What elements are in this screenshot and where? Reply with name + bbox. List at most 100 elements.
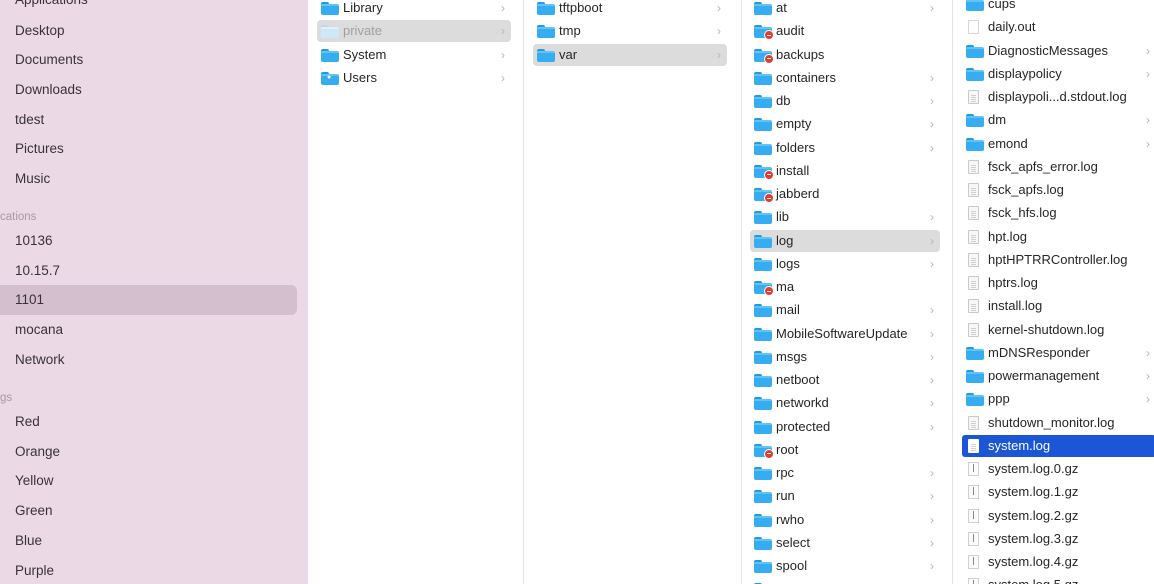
- list-item[interactable]: fsck_apfs_error.log: [962, 156, 1154, 178]
- list-item[interactable]: cups: [962, 0, 1154, 15]
- list-item[interactable]: system.log.4.gz: [962, 551, 1154, 573]
- sidebar-item-network[interactable]: ◗ Network: [0, 345, 308, 375]
- list-item[interactable]: System ›: [317, 44, 511, 66]
- list-item[interactable]: at ›: [750, 0, 940, 19]
- list-item[interactable]: db ›: [750, 90, 940, 112]
- sidebar-tag-purple[interactable]: Purple: [0, 556, 308, 584]
- list-item[interactable]: MobileSoftwareUpdate ›: [750, 323, 940, 345]
- list-item[interactable]: select ›: [750, 532, 940, 554]
- list-item[interactable]: Library ›: [317, 0, 511, 19]
- sidebar-tag-yellow[interactable]: Yellow: [0, 466, 308, 496]
- list-item[interactable]: daily.out: [962, 16, 1154, 38]
- list-item[interactable]: displaypolicy ›: [962, 63, 1154, 85]
- list-item[interactable]: containers ›: [750, 67, 940, 89]
- sidebar-item-applications[interactable]: Applications: [0, 0, 308, 15]
- list-item[interactable]: fsck_apfs.log: [962, 179, 1154, 201]
- list-item[interactable]: ma: [750, 276, 940, 298]
- chevron-right-icon: ›: [930, 559, 934, 573]
- item-label: system.log.5.gz: [988, 574, 1078, 584]
- list-item[interactable]: system.log: [962, 434, 1154, 457]
- folder-icon: ◗: [0, 114, 4, 126]
- list-item[interactable]: tftpboot ›: [533, 0, 727, 19]
- sidebar-tag-orange[interactable]: Orange: [0, 437, 308, 467]
- item-label: at: [776, 0, 787, 15]
- sidebar-tag-green[interactable]: Green: [0, 496, 308, 526]
- list-item[interactable]: displaypoli...d.stdout.log: [962, 86, 1154, 108]
- folder-icon: [966, 0, 984, 11]
- sidebar-item-documents[interactable]: Documents: [0, 45, 308, 75]
- item-label: run: [776, 488, 795, 504]
- list-item[interactable]: fsck_hfs.log: [962, 202, 1154, 224]
- list-item[interactable]: kernel-shutdown.log: [962, 319, 1154, 341]
- list-item[interactable]: shutdown_monitor.log: [962, 412, 1154, 434]
- sidebar-item-downloads[interactable]: ◖ Downloads: [0, 75, 308, 105]
- list-item[interactable]: msgs ›: [750, 346, 940, 368]
- item-label: system.log: [988, 437, 1051, 453]
- list-item[interactable]: var ›: [533, 43, 727, 66]
- folder-icon: [966, 137, 984, 151]
- list-item[interactable]: jabberd: [750, 183, 940, 205]
- item-label: emond: [988, 135, 1028, 151]
- list-item[interactable]: spool ›: [750, 555, 940, 577]
- chevron-right-icon: ›: [930, 419, 934, 434]
- list-item[interactable]: hpt.log: [962, 226, 1154, 248]
- list-item[interactable]: install: [750, 160, 940, 182]
- item-label: displaypoli...d.stdout.log: [988, 89, 1127, 104]
- list-item[interactable]: system.log.2.gz: [962, 505, 1154, 527]
- list-item[interactable]: powermanagement ›: [962, 365, 1154, 387]
- list-item[interactable]: netboot ›: [750, 369, 940, 391]
- list-item[interactable]: install.log: [962, 295, 1154, 317]
- list-item[interactable]: protected ›: [750, 416, 940, 438]
- item-label: system.log.1.gz: [988, 484, 1079, 500]
- column-divider[interactable]: [523, 0, 524, 584]
- sidebar-item-tdest[interactable]: ◗ tdest: [0, 105, 308, 135]
- list-item[interactable]: DiagnosticMessages ›: [962, 40, 1154, 62]
- list-item[interactable]: rpc ›: [750, 462, 940, 484]
- sidebar-item-1101[interactable]: 1101: [0, 285, 308, 315]
- list-item[interactable]: mail ›: [750, 299, 940, 321]
- list-item[interactable]: empty ›: [750, 113, 940, 135]
- sidebar-tag-red[interactable]: Red: [0, 407, 308, 437]
- list-item[interactable]: networkd ›: [750, 392, 940, 414]
- item-label: install.log: [988, 298, 1043, 314]
- item-label: msgs: [776, 348, 808, 364]
- list-item[interactable]: lib ›: [750, 206, 940, 228]
- list-item[interactable]: emond ›: [962, 133, 1154, 155]
- list-item[interactable]: root: [750, 439, 940, 461]
- column-divider[interactable]: [741, 0, 742, 584]
- network-icon: ◗: [0, 354, 4, 366]
- list-item[interactable]: backups: [750, 44, 940, 66]
- item-label: lib: [776, 209, 790, 225]
- column-divider[interactable]: [952, 0, 953, 584]
- list-item[interactable]: system.log.5.gz: [962, 574, 1154, 584]
- sidebar-item-music[interactable]: Music: [0, 164, 308, 194]
- list-item[interactable]: tmp ›: [533, 20, 727, 42]
- list-item[interactable]: ● Users ›: [317, 67, 511, 89]
- list-item[interactable]: dm ›: [962, 109, 1154, 131]
- sidebar-item-pictures[interactable]: ▌ Pictures: [0, 134, 308, 164]
- list-item[interactable]: audit: [750, 20, 940, 42]
- list-item[interactable]: run ›: [750, 485, 940, 507]
- sidebar-item-desktop[interactable]: ▌ Desktop: [0, 16, 308, 46]
- list-item[interactable]: logs ›: [750, 253, 940, 275]
- sidebar-tag-blue[interactable]: Blue: [0, 526, 308, 556]
- list-item[interactable]: mDNSResponder ›: [962, 342, 1154, 364]
- item-label: system.log.4.gz: [988, 554, 1079, 569]
- sidebar-item-10136[interactable]: ◗ 10136: [0, 226, 308, 256]
- list-item[interactable]: private ›: [317, 20, 511, 43]
- sidebar-item-mocana[interactable]: ◗ mocana: [0, 315, 308, 345]
- sidebar-item-10-15-7[interactable]: ◗ 10.15.7: [0, 256, 308, 286]
- list-item[interactable]: hptrs.log: [962, 272, 1154, 294]
- list-item[interactable]: folders ›: [750, 137, 940, 159]
- list-item[interactable]: rwho ›: [750, 509, 940, 531]
- list-item[interactable]: hptHPTRRController.log: [962, 249, 1154, 271]
- item-label: hptrs.log: [988, 275, 1038, 290]
- list-item[interactable]: system.log.1.gz: [962, 481, 1154, 503]
- item-label: protected: [776, 418, 831, 434]
- list-item[interactable]: log ›: [750, 229, 940, 252]
- list-item[interactable]: system.log.0.gz: [962, 458, 1154, 480]
- list-item[interactable]: tmp ›: [750, 578, 940, 584]
- list-item[interactable]: system.log.3.gz: [962, 528, 1154, 550]
- list-item[interactable]: ppp ›: [962, 388, 1154, 410]
- chevron-right-icon: ›: [1146, 43, 1150, 58]
